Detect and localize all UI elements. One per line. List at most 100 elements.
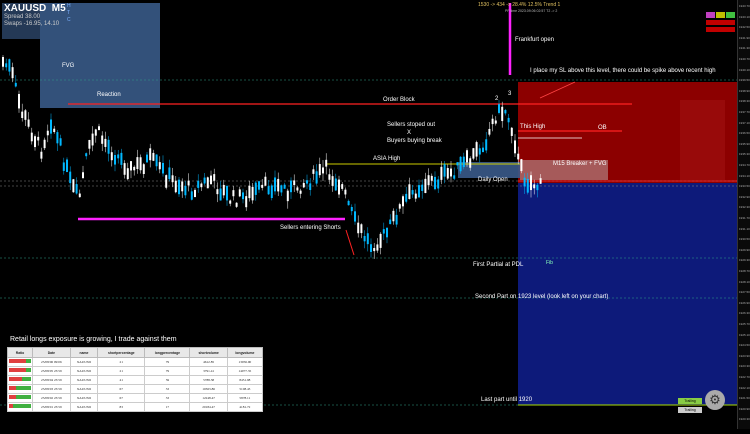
candle-body xyxy=(478,148,481,155)
candle-body xyxy=(414,193,417,199)
candle-body xyxy=(370,244,372,252)
candle-body xyxy=(373,248,376,252)
symbol-title: XAUUSD M5 xyxy=(4,3,66,14)
candle-body xyxy=(526,178,529,193)
table-cell: 79 xyxy=(144,366,191,376)
candle-body xyxy=(114,155,116,165)
table-cell: 33 xyxy=(144,384,191,394)
candle-body xyxy=(11,67,14,79)
candle-body xyxy=(142,164,145,175)
candle-body xyxy=(88,139,91,149)
candle-body xyxy=(155,154,158,167)
candle-body xyxy=(299,190,302,194)
top-sub: PF time 2023.09.06 02:57 T2 -> 2 xyxy=(505,9,558,13)
candle-body xyxy=(197,180,200,188)
candle-body xyxy=(200,183,203,188)
candle-body xyxy=(190,191,193,200)
candle-body xyxy=(5,63,8,68)
label-order-block: Order Block xyxy=(383,97,415,103)
candle-body xyxy=(149,148,152,161)
candle-body xyxy=(354,211,356,222)
table-cell: 23/08/03 23:59 xyxy=(32,384,71,394)
candle-body xyxy=(344,189,347,195)
gear-icon[interactable]: ⚙ xyxy=(705,390,725,410)
table-row: 23/08/05 23:59 XAUUSD 21 79 3791.41 14077.35 xyxy=(7,366,264,376)
candle-body xyxy=(123,163,126,175)
candle-body xyxy=(312,169,315,174)
candle-body xyxy=(69,171,72,184)
mini-btn-2[interactable] xyxy=(716,12,725,18)
table-cell: 83 xyxy=(97,402,146,412)
candle-body xyxy=(430,175,433,181)
trailing-button-1[interactable]: Trailing xyxy=(678,398,702,404)
price-tick: 1930.50 xyxy=(739,237,750,242)
candle-body xyxy=(533,184,536,189)
candle-body xyxy=(50,119,52,134)
candle-body xyxy=(14,82,17,87)
candle-body xyxy=(162,162,164,174)
candle-body xyxy=(472,148,475,159)
col-ratio: Ratio xyxy=(7,347,33,358)
candle-body xyxy=(174,180,177,193)
candle-body xyxy=(520,159,523,172)
candle-body xyxy=(203,177,206,184)
candle-body xyxy=(85,153,88,157)
candle-body xyxy=(21,111,24,118)
price-tick: 1920.30 xyxy=(739,417,750,422)
ratio-bar-long xyxy=(9,395,17,399)
candle-body xyxy=(270,185,273,199)
table-cell: 21 xyxy=(97,366,146,376)
candle-body xyxy=(434,176,436,190)
table-cell: 59 xyxy=(144,375,191,385)
price-chart[interactable]: XAUUSD M5 HTC Spread 38.00 Swaps -16.95,… xyxy=(0,0,737,429)
price-tick: 1937.70 xyxy=(739,110,750,114)
candle-body xyxy=(178,179,180,195)
label-fib: Fib xyxy=(546,260,553,266)
mini-btn-5[interactable] xyxy=(706,27,735,32)
candle-body xyxy=(254,182,257,195)
mini-btn-1[interactable] xyxy=(706,12,715,18)
candle-body xyxy=(261,184,264,188)
table-row: 23/08/04 23:59 XAUUSD 41 59 5788.38 8451.98 xyxy=(7,375,264,385)
label-reaction: Reaction xyxy=(97,92,121,98)
candle-body xyxy=(30,132,33,142)
price-tick: 1935.90 xyxy=(739,141,750,146)
candle-body xyxy=(306,180,308,184)
candle-body xyxy=(136,157,139,169)
table-cell: 10363.86 xyxy=(189,384,228,394)
ratio-cell xyxy=(7,393,33,403)
candle-body xyxy=(59,138,62,146)
candle-body xyxy=(482,147,484,153)
price-tick: 1925.10 xyxy=(739,332,750,337)
price-axis[interactable]: 1943.70 1943.10 1942.50 1941.90 1941.30 1940.… xyxy=(737,0,750,429)
price-tick: 1943.10 xyxy=(739,14,750,19)
candle-body xyxy=(146,154,148,163)
candle-body xyxy=(386,227,388,238)
label-3: 3 xyxy=(508,91,512,97)
candle-body xyxy=(43,139,46,149)
price-tick: 1931.10 xyxy=(739,226,750,231)
candle-body xyxy=(104,138,107,147)
mini-btn-3[interactable] xyxy=(726,12,735,18)
price-tick: 1929.30 xyxy=(739,258,750,263)
table-cell: 67 xyxy=(97,393,146,403)
ratio-bar-short xyxy=(16,386,31,390)
mini-btn-4[interactable] xyxy=(706,20,735,25)
label-sellers-entering: Sellers entering Shorts xyxy=(280,225,341,231)
price-tick: 1928.70 xyxy=(739,269,750,273)
ratio-bar-short xyxy=(21,377,31,381)
price-tick: 1938.30 xyxy=(739,99,750,104)
candle-body xyxy=(232,190,235,197)
price-tick: 1923.90 xyxy=(739,353,750,358)
ratio-bar-short xyxy=(12,404,31,408)
col-shortvol: shortvolume xyxy=(189,347,228,358)
top-stats: 1530 -> 434 -> 28.4% 12.5% Trend 1 xyxy=(478,2,561,8)
candle-body xyxy=(213,174,216,181)
price-tick: 1938.90 xyxy=(739,88,750,93)
candle-body xyxy=(440,166,443,180)
candle-body xyxy=(376,244,379,251)
candle-body xyxy=(78,193,81,198)
candle-body xyxy=(360,224,363,234)
trailing-button-2[interactable]: Trailing xyxy=(678,407,702,413)
candle-body xyxy=(267,186,270,195)
